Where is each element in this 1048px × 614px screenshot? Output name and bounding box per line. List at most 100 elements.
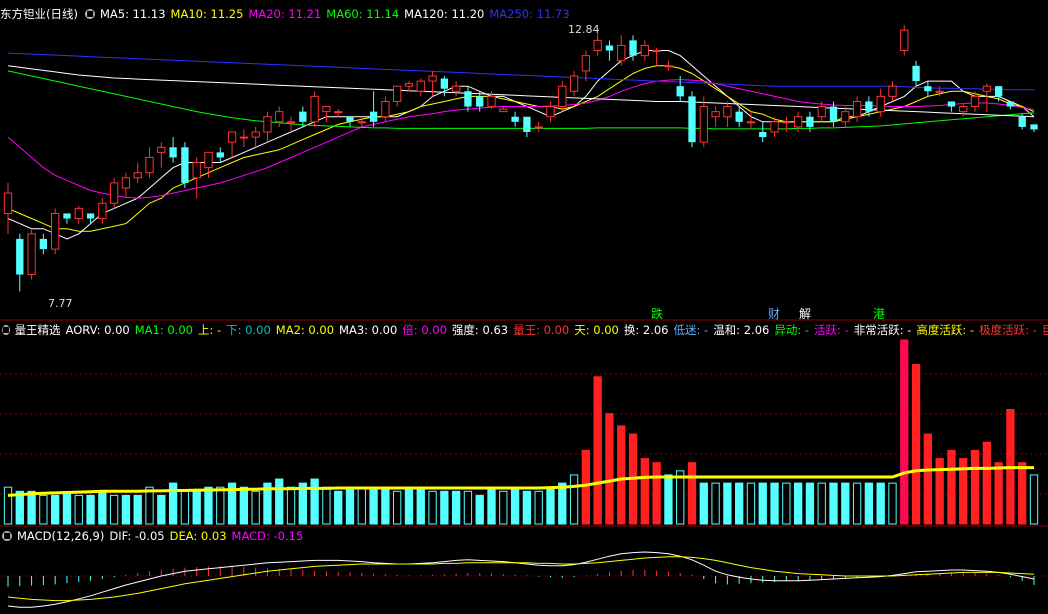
chart-window[interactable]: 东方钽业(日线) ■ MA5: 11.13 MA10: 11.25 MA20: … xyxy=(0,0,1048,614)
candle-body xyxy=(322,106,331,113)
candle-body xyxy=(51,212,60,250)
volume-bar xyxy=(947,449,956,525)
candle-body xyxy=(970,95,980,108)
candle-body xyxy=(1006,101,1015,107)
candle-body xyxy=(204,151,213,169)
high-price-label: 12.84 xyxy=(568,23,600,36)
volume-bar xyxy=(510,486,520,525)
candle-body xyxy=(534,126,543,129)
candle-body xyxy=(959,106,968,113)
volume-bar xyxy=(711,482,720,525)
volume-bar xyxy=(758,482,767,525)
candle-body xyxy=(888,85,897,97)
volume-legend-item: 高度活跃: - xyxy=(916,323,975,337)
volume-bar xyxy=(640,458,649,525)
settings-icon[interactable]: ■ xyxy=(84,9,95,19)
volume-bar xyxy=(793,482,803,525)
candle-body xyxy=(239,136,249,139)
price-legend: 东方钽业(日线) ■ MA5: 11.13 MA10: 11.25 MA20: … xyxy=(0,6,1048,22)
volume-bar xyxy=(157,494,166,525)
volume-bar xyxy=(1018,462,1027,525)
volume-legend-item: 下: 0.00 xyxy=(226,323,271,337)
candle-body xyxy=(617,44,626,62)
candle-body xyxy=(310,95,319,123)
candle-body xyxy=(558,85,567,108)
volume-bar xyxy=(970,449,980,525)
candle-body xyxy=(39,238,48,250)
volume-bar xyxy=(404,486,414,525)
volume-bar xyxy=(381,486,390,525)
candle-body xyxy=(711,111,720,118)
candle-body xyxy=(865,101,873,112)
volume-bar xyxy=(581,449,591,525)
candle-body xyxy=(699,106,708,143)
volume-bar xyxy=(451,490,461,525)
candle-body xyxy=(688,96,696,143)
macd-legend: ■ MACD(12,26,9) DIF: -0.05 DEA: 0.03 MAC… xyxy=(0,528,1048,544)
candle-body xyxy=(487,95,496,108)
volume-bar xyxy=(699,482,708,525)
ma-line-ma250 xyxy=(7,52,1034,91)
event-tag-jie[interactable]: 解 xyxy=(799,305,811,322)
volume-bar xyxy=(275,478,284,525)
volume-bar xyxy=(133,494,142,525)
candle-body xyxy=(900,29,909,52)
volume-bar xyxy=(239,486,249,525)
chart-canvas[interactable] xyxy=(0,0,1048,614)
legend-ma10: MA10: 11.25 xyxy=(170,7,244,21)
volume-bar xyxy=(664,474,673,525)
volume-bar xyxy=(499,490,508,525)
candle-body xyxy=(640,44,649,57)
stock-title[interactable]: 东方钽业(日线) xyxy=(0,6,78,22)
volume-bar xyxy=(617,425,626,525)
volume-bar xyxy=(522,490,532,525)
volume-legend: ■ 量王精选 AORV: 0.00 MA1: 0.00 上: - 下: 0.00 MA2… xyxy=(0,322,1048,338)
macd-dif-line xyxy=(7,551,1035,608)
volume-bar xyxy=(216,486,225,525)
volume-bar xyxy=(369,486,378,525)
volume-bar xyxy=(86,494,95,525)
candle-body xyxy=(404,83,414,87)
volume-title[interactable]: 量王精选 xyxy=(15,322,61,338)
volume-bar xyxy=(546,486,555,525)
volume-bar xyxy=(204,486,213,525)
low-price-label: 7.77 xyxy=(48,297,73,310)
legend-macd: MACD: -0.15 xyxy=(231,529,304,543)
volume-bar xyxy=(593,376,602,525)
volume-bar xyxy=(322,486,331,525)
candle-body xyxy=(251,131,260,138)
candle-body xyxy=(1030,124,1038,130)
candle-body xyxy=(451,85,461,92)
event-tag-die[interactable]: 跌 xyxy=(651,305,663,322)
event-tag-gang[interactable]: 港 xyxy=(873,305,885,322)
legend-ma5: MA5: 11.13 xyxy=(99,7,166,21)
settings-icon[interactable]: ■ xyxy=(2,325,10,335)
candle-body xyxy=(629,40,637,56)
candle-body xyxy=(793,116,803,128)
candle-body xyxy=(499,108,508,113)
volume-bar xyxy=(735,482,744,525)
candle-body xyxy=(581,55,591,72)
volume-bar xyxy=(829,482,838,525)
volume-bar xyxy=(393,490,402,525)
candle-body xyxy=(935,90,944,93)
candle-body xyxy=(982,85,991,92)
volume-bar xyxy=(345,486,355,525)
candle-body xyxy=(16,238,24,275)
candle-body xyxy=(593,39,602,52)
volume-bar xyxy=(652,462,661,525)
settings-icon[interactable]: ■ xyxy=(2,531,12,541)
candle-body xyxy=(924,86,932,92)
volume-bar xyxy=(428,490,437,525)
candle-body xyxy=(947,101,956,107)
event-tag-cai[interactable]: 财 xyxy=(768,305,780,322)
macd-title[interactable]: MACD(12,26,9) xyxy=(17,528,104,544)
volume-legend-item: 量王: 0.00 xyxy=(513,323,570,337)
candle-body xyxy=(759,132,767,138)
volume-legend-item: 活跃: - xyxy=(814,323,849,337)
candle-body xyxy=(157,146,166,153)
candle-body xyxy=(782,121,791,124)
volume-legend-item: 换: 2.06 xyxy=(623,323,669,337)
volume-legend-item: 非常活跃: - xyxy=(853,323,912,337)
legend-ma20: MA20: 11.21 xyxy=(248,7,322,21)
